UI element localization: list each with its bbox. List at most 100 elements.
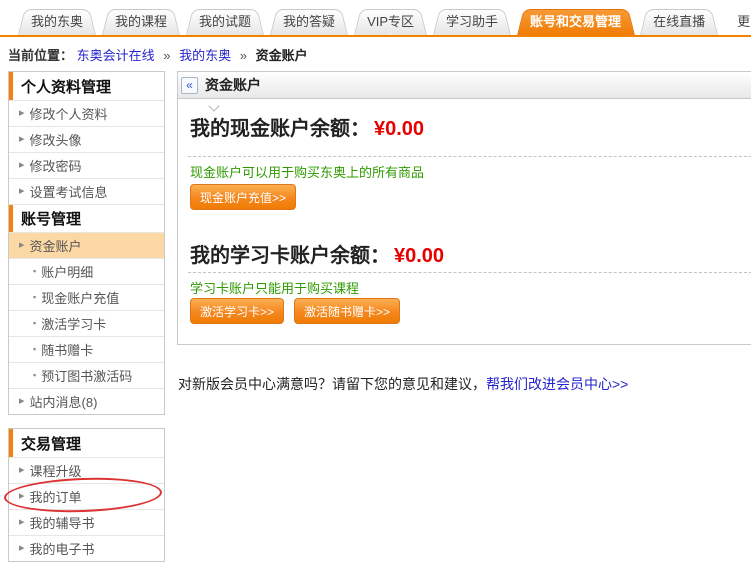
- sidebar-item-change-password[interactable]: ▸ ▪ 修改密码: [9, 152, 164, 178]
- tab-label: 我的试题: [199, 14, 251, 29]
- tab-vip-zone[interactable]: VIP专区: [354, 9, 427, 35]
- sidebar-row-label: 站内消息(8): [30, 392, 98, 411]
- sidebar-row-label: 预订图书激活码: [41, 366, 132, 385]
- sidebar-header-transaction-management: ▸ ▪ 交易管理: [9, 429, 164, 457]
- tab-label: 我的东奥: [31, 14, 83, 29]
- breadcrumb-separator: »: [240, 48, 247, 63]
- sidebar-item-activate-study-card[interactable]: ▸ ▪ 激活学习卡: [9, 310, 164, 336]
- sidebar-row-label: 现金账户充值: [41, 288, 119, 307]
- sidebar-item-course-upgrade[interactable]: ▸ ▪ 课程升级: [9, 457, 164, 483]
- tab-account-and-transactions[interactable]: 账号和交易管理: [517, 9, 634, 35]
- sidebar-item-exam-info[interactable]: ▸ ▪ 设置考试信息: [9, 178, 164, 204]
- tab-label: 我的课程: [115, 14, 167, 29]
- feedback-link[interactable]: 帮我们改进会员中心>>: [486, 376, 628, 392]
- arrow-bullet-icon: ▸: [19, 491, 25, 502]
- sidebar-row-label: 我的订单: [30, 487, 82, 506]
- tab-my-exercises[interactable]: 我的试题: [186, 9, 264, 35]
- page: 我的东奥 我的课程 我的试题 我的答疑: [0, 0, 751, 559]
- sidebar-primary-box: ▸ ▪ 个人资料管理 ▸ ▪ 修改个人资料 ▸ ▪ 修改头像 ▸ ▪ 修改密码: [8, 71, 165, 415]
- cash-balance-amount: ¥0.00: [374, 118, 424, 140]
- dashed-divider: [188, 156, 751, 157]
- sidebar-row-label: 交易管理: [21, 433, 81, 454]
- sidebar-row-label: 个人资料管理: [21, 76, 111, 97]
- panel-collapse-button[interactable]: «: [181, 77, 198, 94]
- activate-study-card-button[interactable]: 激活学习卡>>: [190, 298, 284, 324]
- sidebar-item-book-gift-card[interactable]: ▸ ▪ 随书赠卡: [9, 336, 164, 362]
- square-bullet-icon: ▪: [33, 345, 36, 354]
- arrow-bullet-icon: ▸: [19, 108, 25, 119]
- tab-live-broadcast[interactable]: 在线直播: [640, 9, 718, 35]
- arrow-bullet-icon: ▸: [19, 186, 25, 197]
- sidebar-header-personal-profile: ▸ ▪ 个人资料管理: [9, 72, 164, 100]
- sidebar-row-label: 我的电子书: [30, 539, 95, 558]
- breadcrumb-link-site[interactable]: 东奥会计在线: [77, 48, 155, 63]
- sidebar-row-label: 我的辅导书: [30, 513, 95, 532]
- panel-title: 资金账户: [205, 75, 261, 95]
- sidebar-item-site-messages[interactable]: ▸ ▪ 站内消息(8): [9, 388, 164, 414]
- arrow-bullet-icon: ▸: [19, 543, 25, 554]
- sidebar-row-label: 随书赠卡: [41, 340, 93, 359]
- tab-my-dongao[interactable]: 我的东奥: [18, 9, 96, 35]
- tab-my-courses[interactable]: 我的课程: [102, 9, 180, 35]
- cash-account-note: 现金账户可以用于购买东奥上的所有商品: [190, 162, 424, 181]
- tab-label: VIP专区: [367, 14, 414, 29]
- cash-balance-line: 我的现金账户余额：¥0.00: [190, 112, 424, 141]
- sidebar-item-edit-avatar[interactable]: ▸ ▪ 修改头像: [9, 126, 164, 152]
- cash-balance-label: 我的现金账户余额：: [190, 118, 370, 140]
- feedback-line: 对新版会员中心满意吗？请留下您的意见和建议，帮我们改进会员中心>>: [178, 374, 628, 394]
- square-bullet-icon: ▪: [33, 371, 36, 380]
- cash-recharge-button[interactable]: 现金账户充值>>: [190, 184, 296, 210]
- sidebar-header-account-management: ▸ ▪ 账号管理: [9, 204, 164, 232]
- arrow-bullet-icon: ▸: [19, 160, 25, 171]
- tab-label: 更多: [737, 14, 751, 29]
- top-nav-tabbar: 我的东奥 我的课程 我的试题 我的答疑: [18, 9, 751, 35]
- dashed-divider: [188, 272, 751, 273]
- sidebar-row-label: 设置考试信息: [30, 182, 108, 201]
- nav-orange-underline: [0, 35, 751, 37]
- sidebar-row-label: 激活学习卡: [41, 314, 106, 333]
- breadcrumb: 当前位置： 东奥会计在线 » 我的东奥 » 资金账户: [8, 45, 308, 64]
- arrow-bullet-icon: ▸: [19, 517, 25, 528]
- tab-label: 学习助手: [446, 14, 498, 29]
- tab-more[interactable]: 更多: [724, 9, 751, 35]
- sidebar-item-my-ebooks[interactable]: ▸ ▪ 我的电子书: [9, 535, 164, 561]
- breadcrumb-current: 资金账户: [256, 48, 308, 63]
- card-balance-amount: ¥0.00: [394, 245, 444, 267]
- chevron-down-icon[interactable]: [208, 100, 219, 111]
- sidebar-row-label: 课程升级: [30, 461, 82, 480]
- tab-study-assistant[interactable]: 学习助手: [433, 9, 511, 35]
- sidebar-row-label: 修改头像: [30, 130, 82, 149]
- card-buttons-row: 激活学习卡>> 激活随书赠卡>>: [190, 298, 400, 324]
- card-account-note: 学习卡账户只能用于购买课程: [190, 278, 359, 297]
- square-bullet-icon: ▪: [33, 319, 36, 328]
- tab-my-qa[interactable]: 我的答疑: [270, 9, 348, 35]
- sidebar-item-book-activation-code[interactable]: ▸ ▪ 预订图书激活码: [9, 362, 164, 388]
- square-bullet-icon: ▪: [33, 267, 36, 276]
- funds-account-panel: « 资金账户 我的现金账户余额：¥0.00 现金账户可以用于购买东奥上的所有商品…: [177, 71, 751, 345]
- sidebar-item-my-orders[interactable]: ▸ ▪ 我的订单: [9, 483, 164, 509]
- activate-book-gift-card-button[interactable]: 激活随书赠卡>>: [294, 298, 400, 324]
- sidebar-item-funds-account[interactable]: ▸ ▪ 资金账户: [9, 232, 164, 258]
- square-bullet-icon: ▪: [33, 293, 36, 302]
- card-balance-label: 我的学习卡账户余额：: [190, 245, 390, 267]
- sidebar-row-label: 账户明细: [41, 262, 93, 281]
- sidebar-item-cash-recharge[interactable]: ▸ ▪ 现金账户充值: [9, 284, 164, 310]
- tab-label: 在线直播: [653, 14, 705, 29]
- arrow-bullet-icon: ▸: [19, 240, 25, 251]
- sidebar-item-edit-profile[interactable]: ▸ ▪ 修改个人资料: [9, 100, 164, 126]
- card-balance-line: 我的学习卡账户余额：¥0.00: [190, 239, 444, 268]
- tab-label: 我的答疑: [283, 14, 335, 29]
- sidebar-row-label: 修改密码: [30, 156, 82, 175]
- tab-label: 账号和交易管理: [530, 14, 621, 29]
- sidebar-row-label: 修改个人资料: [30, 104, 108, 123]
- feedback-text: 对新版会员中心满意吗？请留下您的意见和建议，: [178, 376, 486, 392]
- breadcrumb-prefix: 当前位置：: [8, 48, 73, 63]
- sidebar-row-label: 资金账户: [30, 236, 82, 255]
- sidebar-item-my-tutorial-books[interactable]: ▸ ▪ 我的辅导书: [9, 509, 164, 535]
- sidebar-row-label: 账号管理: [21, 208, 81, 229]
- arrow-bullet-icon: ▸: [19, 134, 25, 145]
- breadcrumb-link-my-dongao[interactable]: 我的东奥: [179, 48, 231, 63]
- arrow-bullet-icon: ▸: [19, 396, 25, 407]
- sidebar-item-account-details[interactable]: ▸ ▪ 账户明细: [9, 258, 164, 284]
- arrow-bullet-icon: ▸: [19, 465, 25, 476]
